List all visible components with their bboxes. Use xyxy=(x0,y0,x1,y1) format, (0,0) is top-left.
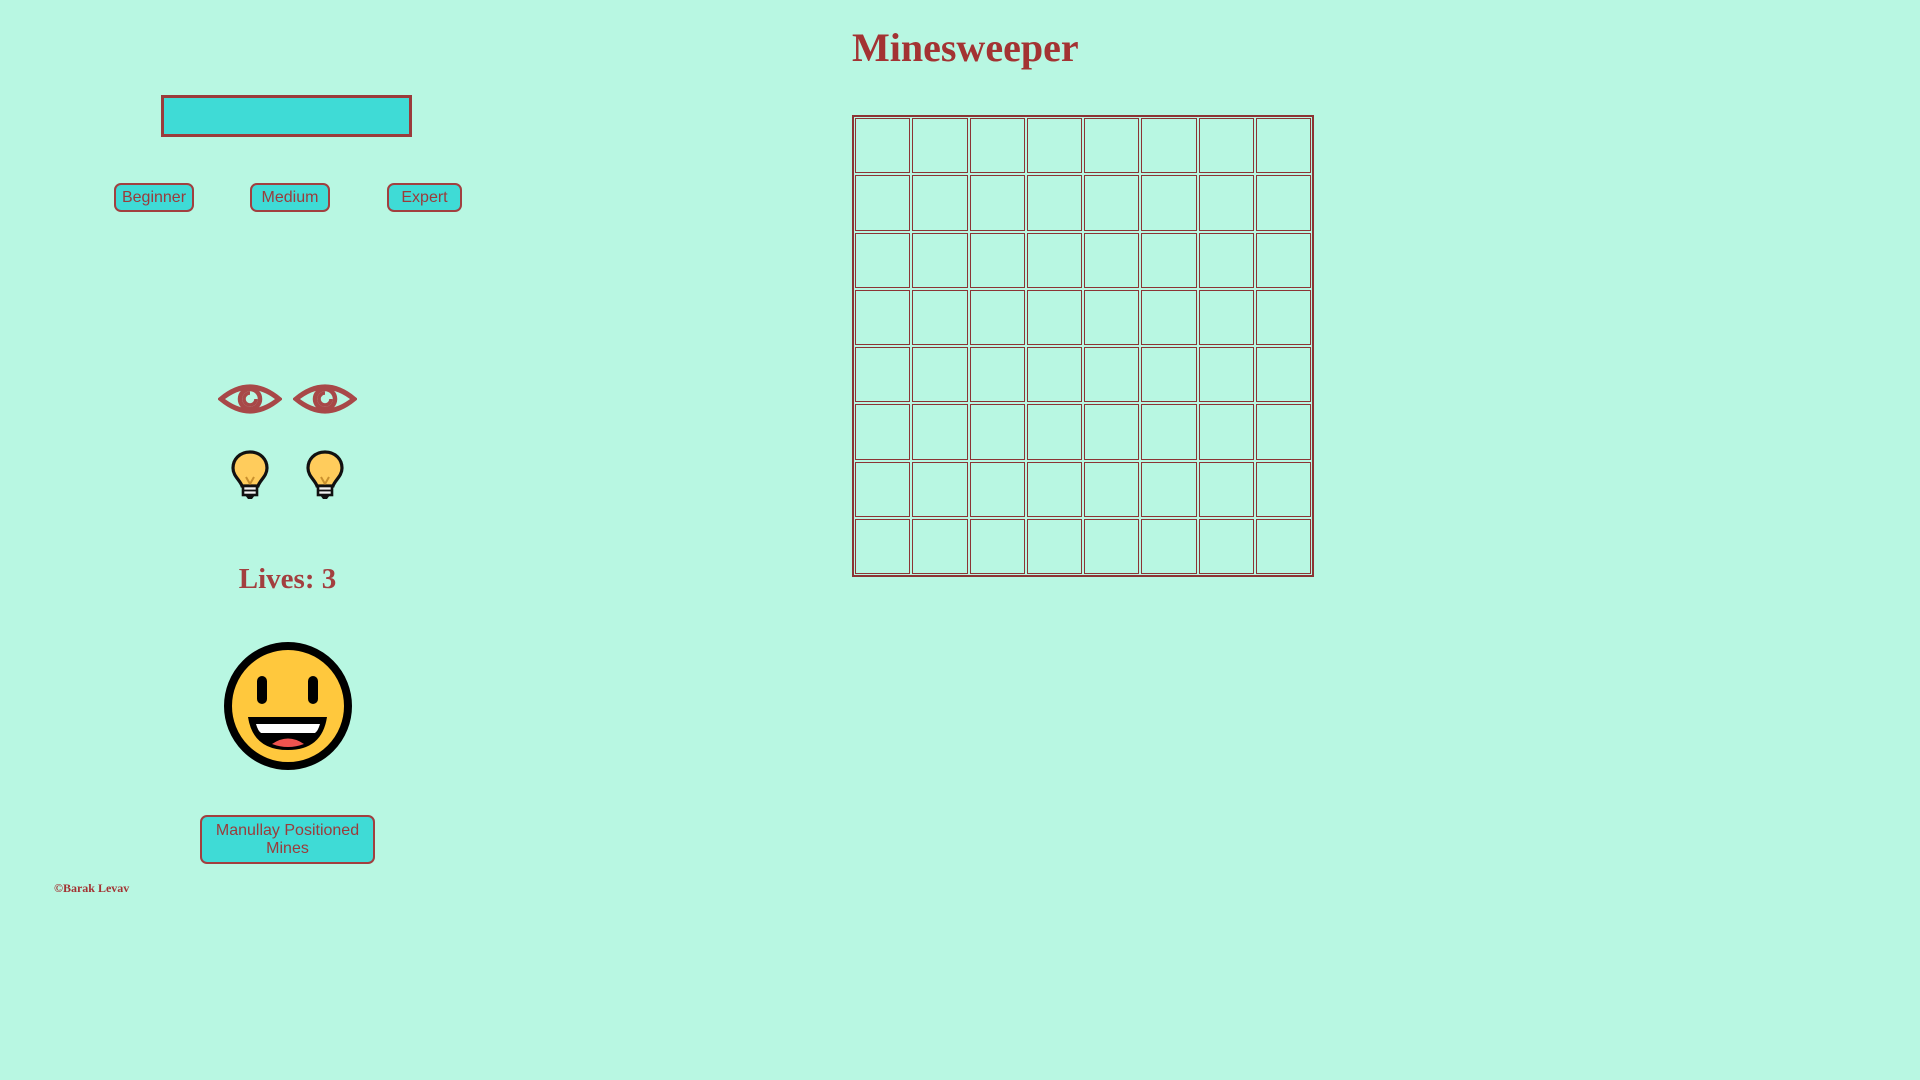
board-cell[interactable] xyxy=(1255,518,1311,574)
board-cell[interactable] xyxy=(1084,518,1140,574)
board-cell[interactable] xyxy=(912,518,968,574)
page-title: Minesweeper xyxy=(852,25,1079,70)
board-cell[interactable] xyxy=(1255,118,1311,174)
board-cell[interactable] xyxy=(855,347,911,403)
copyright: ©Barak Levav xyxy=(54,881,130,895)
lives-counter: Lives: 3 xyxy=(238,563,337,595)
board-cell[interactable] xyxy=(855,118,911,174)
eye-icon[interactable] xyxy=(218,379,282,419)
board-cell[interactable] xyxy=(1198,404,1254,460)
board-cell[interactable] xyxy=(855,461,911,517)
game-board xyxy=(852,115,1314,577)
timer-display xyxy=(161,95,412,137)
lightbulb-icon[interactable] xyxy=(230,449,270,501)
board-cell[interactable] xyxy=(969,289,1025,345)
board-cell[interactable] xyxy=(1255,232,1311,288)
beginner-button[interactable]: Beginner xyxy=(114,183,194,212)
smiley-face-icon[interactable] xyxy=(222,640,354,772)
board-cell[interactable] xyxy=(1084,289,1140,345)
board-cell[interactable] xyxy=(1084,175,1140,231)
board-cell[interactable] xyxy=(912,118,968,174)
board-cell[interactable] xyxy=(1026,118,1082,174)
board-cell[interactable] xyxy=(1084,118,1140,174)
board-cell[interactable] xyxy=(969,404,1025,460)
board-cell[interactable] xyxy=(1026,232,1082,288)
board-cell[interactable] xyxy=(1141,232,1197,288)
board-cell[interactable] xyxy=(969,461,1025,517)
board-cell[interactable] xyxy=(1141,175,1197,231)
board-cell[interactable] xyxy=(1026,404,1082,460)
board-cell[interactable] xyxy=(1141,347,1197,403)
board-cell[interactable] xyxy=(912,175,968,231)
board-cell[interactable] xyxy=(912,461,968,517)
board-cell[interactable] xyxy=(1084,232,1140,288)
board-cell[interactable] xyxy=(855,232,911,288)
board-cell[interactable] xyxy=(1084,347,1140,403)
board-cell[interactable] xyxy=(1141,289,1197,345)
board-cell[interactable] xyxy=(1141,518,1197,574)
board-cell[interactable] xyxy=(969,118,1025,174)
board-cell[interactable] xyxy=(1141,118,1197,174)
board-cell[interactable] xyxy=(1198,175,1254,231)
board-cell[interactable] xyxy=(969,518,1025,574)
board-cell[interactable] xyxy=(855,518,911,574)
medium-button[interactable]: Medium xyxy=(250,183,330,212)
board-cell[interactable] xyxy=(1198,347,1254,403)
board-cell[interactable] xyxy=(1198,461,1254,517)
board-cell[interactable] xyxy=(912,347,968,403)
board-cell[interactable] xyxy=(1255,347,1311,403)
board-cell[interactable] xyxy=(1255,461,1311,517)
board-cell[interactable] xyxy=(855,404,911,460)
board-cell[interactable] xyxy=(1255,289,1311,345)
board-cell[interactable] xyxy=(1198,118,1254,174)
board-cell[interactable] xyxy=(1255,175,1311,231)
board-cell[interactable] xyxy=(1141,404,1197,460)
board-cell[interactable] xyxy=(1198,232,1254,288)
board-cell[interactable] xyxy=(912,404,968,460)
board-cell[interactable] xyxy=(1026,518,1082,574)
board-cell[interactable] xyxy=(1026,347,1082,403)
board-cell[interactable] xyxy=(969,347,1025,403)
lightbulb-icon[interactable] xyxy=(305,449,345,501)
board-cell[interactable] xyxy=(1255,404,1311,460)
board-cell[interactable] xyxy=(969,175,1025,231)
manual-mines-button[interactable]: Manullay Positioned Mines xyxy=(200,815,375,864)
board-cell[interactable] xyxy=(969,232,1025,288)
board-cell[interactable] xyxy=(1198,289,1254,345)
board-cell[interactable] xyxy=(1084,461,1140,517)
board-cell[interactable] xyxy=(1026,289,1082,345)
board-cell[interactable] xyxy=(855,175,911,231)
board-cell[interactable] xyxy=(1026,175,1082,231)
board-cell[interactable] xyxy=(1198,518,1254,574)
eye-icon[interactable] xyxy=(293,379,357,419)
expert-button[interactable]: Expert xyxy=(387,183,462,212)
board-cell[interactable] xyxy=(1084,404,1140,460)
board-cell[interactable] xyxy=(912,289,968,345)
board-cell[interactable] xyxy=(912,232,968,288)
board-cell[interactable] xyxy=(1026,461,1082,517)
board-cell[interactable] xyxy=(855,289,911,345)
board-cell[interactable] xyxy=(1141,461,1197,517)
